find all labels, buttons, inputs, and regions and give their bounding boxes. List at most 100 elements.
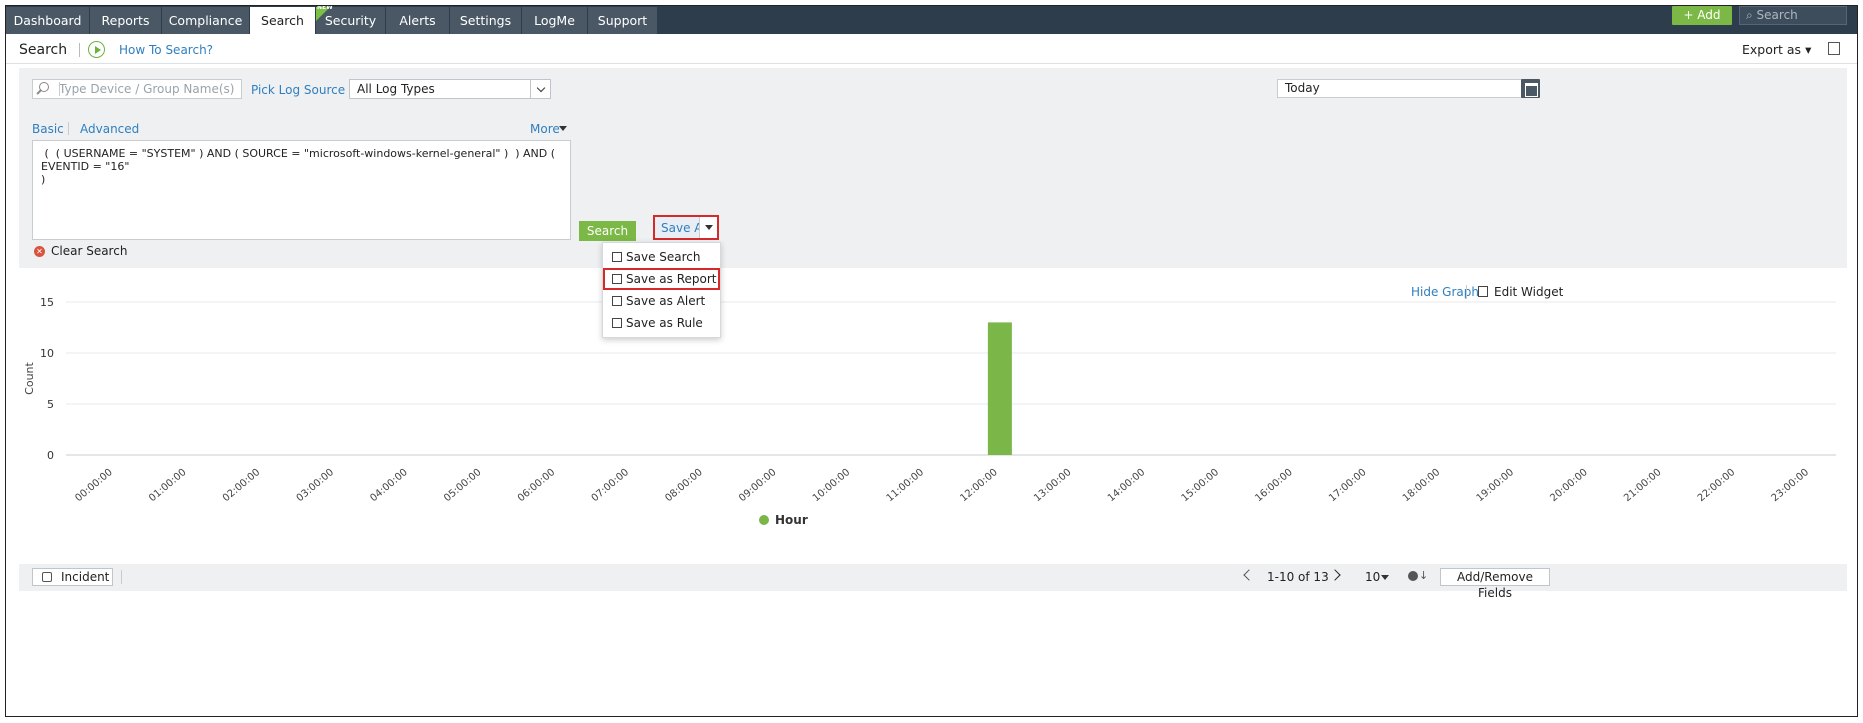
- mode-divider: [68, 122, 69, 135]
- export-as-label: Export as: [1742, 42, 1802, 57]
- tab-alerts[interactable]: Alerts: [386, 7, 450, 34]
- caret-down-icon[interactable]: [559, 126, 567, 131]
- search-button[interactable]: Search: [579, 221, 636, 241]
- menu-item-save-as-rule[interactable]: Save as Rule: [603, 312, 720, 334]
- incident-button[interactable]: Incident: [32, 568, 113, 586]
- tab-search[interactable]: Search: [250, 7, 316, 34]
- caret-down-icon[interactable]: [699, 217, 717, 238]
- y-axis-label: Count: [23, 361, 36, 394]
- app-window: Dashboard Reports Compliance Search NEW …: [5, 5, 1858, 717]
- y-tick-label: 0: [47, 449, 54, 462]
- x-tick-label: 19:00:00: [1475, 467, 1516, 504]
- x-tick-label: 04:00:00: [368, 467, 409, 504]
- play-icon[interactable]: [88, 41, 105, 58]
- calendar-icon[interactable]: [1521, 79, 1540, 98]
- tab-reports[interactable]: Reports: [90, 7, 162, 34]
- tab-dashboard[interactable]: Dashboard: [6, 7, 90, 34]
- device-group-input[interactable]: Type Device / Group Name(s): [32, 79, 242, 99]
- tab-advanced[interactable]: Advanced: [80, 122, 139, 136]
- new-badge: NEW: [317, 5, 333, 11]
- tab-basic[interactable]: Basic: [32, 122, 64, 136]
- tab-support[interactable]: Support: [588, 7, 658, 34]
- menu-item-label: Save as Report: [626, 272, 717, 286]
- chevron-down-icon[interactable]: [530, 80, 550, 98]
- menu-item-label: Save Search: [626, 250, 701, 264]
- x-tick-label: 18:00:00: [1401, 467, 1442, 504]
- header-divider: [79, 43, 80, 57]
- y-tick-label: 15: [40, 296, 54, 309]
- log-type-value: All Log Types: [357, 82, 435, 96]
- legend-dot: [759, 515, 769, 525]
- export-report-icon: [612, 274, 622, 284]
- x-tick-label: 05:00:00: [442, 467, 483, 504]
- x-tick-label: 14:00:00: [1106, 467, 1147, 504]
- toolbar-divider: [121, 570, 122, 584]
- x-tick-label: 13:00:00: [1032, 467, 1073, 504]
- search-icon: [39, 82, 49, 92]
- sort-arrow-icon[interactable]: ↓: [1419, 569, 1428, 582]
- clock-icon[interactable]: [1408, 571, 1418, 581]
- x-tick-label: 17:00:00: [1327, 467, 1368, 504]
- more-options-link[interactable]: More: [530, 122, 560, 136]
- page-title: Search: [19, 42, 68, 58]
- incident-label: Incident: [61, 570, 110, 584]
- x-tick-label: 12:00:00: [958, 467, 999, 504]
- menu-item-label: Save as Rule: [626, 316, 703, 330]
- page-header: Search How To Search? Export as ▾: [6, 34, 1857, 64]
- y-tick-label: 10: [40, 347, 54, 360]
- query-textarea[interactable]: ( ( USERNAME = "SYSTEM" ) AND ( SOURCE =…: [32, 140, 571, 240]
- save-as-button[interactable]: Save As: [653, 215, 719, 240]
- top-nav-bar: Dashboard Reports Compliance Search NEW …: [6, 6, 1857, 34]
- search-icon: ⌕: [1746, 8, 1757, 22]
- log-type-select[interactable]: All Log Types: [349, 79, 551, 99]
- menu-item-save-as-alert[interactable]: Save as Alert: [603, 290, 720, 312]
- x-tick-label: 01:00:00: [147, 467, 188, 504]
- chevron-left-icon[interactable]: [1243, 569, 1255, 581]
- tab-compliance[interactable]: Compliance: [162, 7, 250, 34]
- tab-security[interactable]: NEW Security: [316, 5, 386, 34]
- x-tick-label: 22:00:00: [1696, 467, 1737, 504]
- export-settings-icon[interactable]: [1828, 42, 1840, 55]
- device-group-placeholder: Type Device / Group Name(s): [59, 82, 235, 96]
- caret-down-icon: ▾: [1805, 42, 1812, 57]
- x-tick-label: 23:00:00: [1770, 467, 1811, 504]
- add-remove-fields-button[interactable]: Add/Remove Fields: [1440, 568, 1550, 600]
- menu-item-label: Save as Alert: [626, 294, 706, 308]
- clear-search-link[interactable]: Clear Search: [51, 244, 127, 258]
- y-tick-label: 5: [47, 398, 54, 411]
- x-tick-label: 10:00:00: [811, 467, 852, 504]
- caret-down-icon[interactable]: [1381, 575, 1389, 580]
- x-tick-label: 15:00:00: [1180, 467, 1221, 504]
- x-tick-label: 11:00:00: [885, 467, 926, 504]
- x-tick-label: 03:00:00: [295, 467, 336, 504]
- x-tick-label: 09:00:00: [737, 467, 778, 504]
- x-tick-label: 02:00:00: [221, 467, 262, 504]
- add-button[interactable]: + Add: [1672, 6, 1732, 25]
- legend-label: Hour: [775, 513, 808, 527]
- global-search-input[interactable]: ⌕ Search: [1739, 6, 1847, 25]
- page-size-select[interactable]: 10: [1365, 570, 1380, 584]
- how-to-search-link[interactable]: How To Search?: [119, 43, 213, 57]
- tab-logme[interactable]: LogMe: [522, 7, 588, 34]
- floppy-disk-icon: [612, 252, 622, 262]
- save-as-menu: Save Search Save as Report Save as Alert…: [602, 242, 721, 338]
- x-tick-label: 08:00:00: [663, 467, 704, 504]
- results-toolbar: Incident 1-10 of 13 10 ↓ Add/Remove Fiel…: [19, 564, 1847, 600]
- incident-icon: [42, 572, 52, 582]
- pick-log-source-link[interactable]: Pick Log Source: [251, 83, 345, 97]
- menu-item-save-as-report[interactable]: Save as Report: [603, 268, 720, 290]
- input-divider: [59, 82, 60, 96]
- export-as-dropdown[interactable]: Export as ▾: [1742, 42, 1811, 57]
- x-tick-label: 07:00:00: [590, 467, 631, 504]
- hourly-count-chart: 0 5 10 15 Count 00:00:00 01:00:00 02:00:00 03:00…: [23, 296, 1836, 527]
- menu-item-save-search[interactable]: Save Search: [603, 246, 720, 268]
- x-tick-label: 06:00:00: [516, 467, 557, 504]
- chevron-right-icon[interactable]: [1329, 569, 1341, 581]
- date-range-input[interactable]: Today: [1277, 79, 1522, 98]
- tab-settings[interactable]: Settings: [450, 7, 522, 34]
- x-tick-label: 21:00:00: [1622, 467, 1663, 504]
- x-tick-label: 20:00:00: [1548, 467, 1589, 504]
- bar: [987, 322, 1012, 455]
- clear-icon[interactable]: ✕: [34, 246, 45, 257]
- alert-icon: [612, 296, 622, 306]
